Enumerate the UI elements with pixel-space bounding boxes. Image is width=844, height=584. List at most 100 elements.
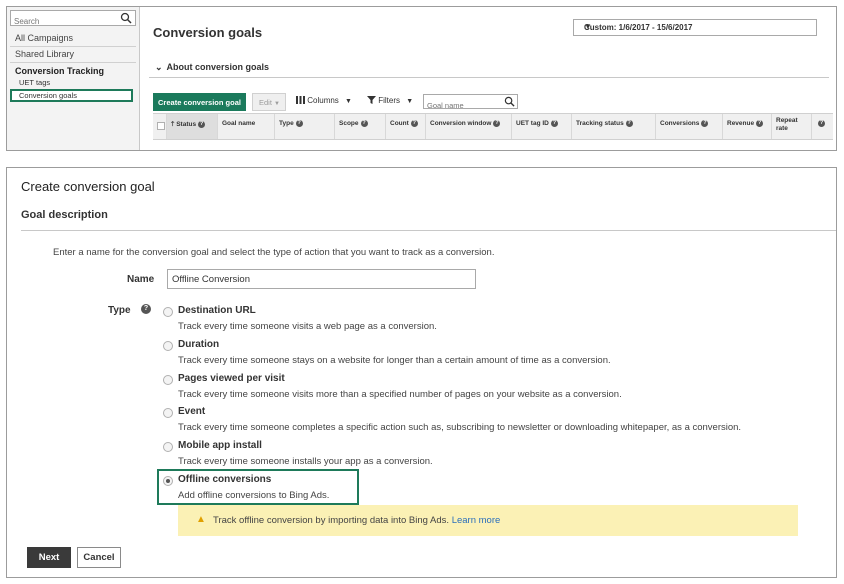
column-header-revenue[interactable]: Revenue? (723, 114, 772, 139)
column-label: Conversion window (430, 120, 492, 128)
cancel-button[interactable]: Cancel (77, 547, 121, 568)
sort-up-icon: 🡑 (171, 121, 175, 128)
grid-header: 🡑 Status? Goal name Type? Scope? Count? … (153, 113, 833, 140)
column-header-repeat-rate[interactable]: Repeat rate (772, 114, 812, 139)
help-icon[interactable]: ? (550, 120, 558, 127)
caret-down-icon: ▼ (274, 100, 280, 107)
about-conversion-goals-toggle[interactable]: ⌄ About conversion goals (155, 62, 269, 73)
option-description: Track every time someone visits more tha… (178, 389, 622, 400)
option-title: Duration (178, 339, 220, 350)
divider (10, 62, 136, 63)
divider (21, 230, 836, 231)
option-title: Pages viewed per visit (178, 373, 285, 384)
column-header-scope[interactable]: Scope? (335, 114, 386, 139)
goal-name-field[interactable] (167, 269, 476, 289)
sidebar-heading-conversion-tracking[interactable]: Conversion Tracking (15, 66, 104, 76)
column-header-tracking-status[interactable]: Tracking status? (572, 114, 656, 139)
select-all-checkbox[interactable] (157, 122, 165, 130)
help-icon[interactable]: ? (198, 120, 206, 128)
column-label: UET tag ID (516, 120, 549, 128)
toolbar: Create conversion goal Edit ▼ Columns ▼ … (153, 93, 833, 112)
divider (10, 46, 136, 47)
radio-pages-viewed[interactable] (163, 375, 173, 385)
option-title: Offline conversions (178, 474, 272, 485)
form-intro: Enter a name for the conversion goal and… (53, 247, 495, 258)
column-header-conversion-window[interactable]: Conversion window? (426, 114, 512, 139)
divider (149, 77, 829, 78)
chevron-down-icon: ⌄ (155, 62, 163, 72)
option-title: Mobile app install (178, 440, 262, 451)
help-icon[interactable]: ? (410, 120, 418, 127)
column-label: Scope (339, 120, 359, 128)
radio-duration[interactable] (163, 341, 173, 351)
radio-mobile-app-install[interactable] (163, 442, 173, 452)
option-description: Track every time someone installs your a… (178, 456, 433, 467)
column-label: Conversions (660, 120, 700, 128)
help-icon[interactable]: ? (493, 120, 501, 127)
column-header-uet-tag-id[interactable]: UET tag ID? (512, 114, 572, 139)
caret-down-icon: ▼ (406, 98, 414, 105)
date-range-dropdown[interactable]: Custom: 1/6/2017 - 15/6/2017 ▼ (573, 19, 817, 36)
column-header-count[interactable]: Count? (386, 114, 426, 139)
warning-icon: ▲ (196, 514, 206, 525)
filters-label: Filters (378, 96, 401, 105)
help-icon[interactable]: ? (756, 120, 764, 127)
sidebar: All Campaigns Shared Library Conversion … (7, 7, 140, 150)
learn-more-link[interactable]: Learn more (452, 515, 501, 526)
sidebar-item-label: Conversion goals (19, 91, 77, 100)
caret-down-icon: ▼ (584, 22, 592, 31)
column-header-conversions[interactable]: Conversions? (656, 114, 723, 139)
column-header-status[interactable]: 🡑 Status? (167, 114, 218, 139)
column-label: Type (279, 120, 294, 128)
option-description: Track every time someone visits a web pa… (178, 321, 437, 332)
sidebar-item-shared-library[interactable]: Shared Library (15, 49, 74, 59)
sidebar-search-input[interactable] (11, 14, 117, 29)
column-label: Repeat rate (776, 117, 798, 132)
column-header-goal-name[interactable]: Goal name (218, 114, 275, 139)
column-header-repeat-rate-help: ? (812, 114, 833, 139)
radio-event[interactable] (163, 408, 173, 418)
option-title: Event (178, 406, 206, 417)
edit-button[interactable]: Edit ▼ (252, 93, 286, 111)
help-icon[interactable]: ? (141, 304, 151, 314)
help-icon[interactable]: ? (701, 120, 709, 127)
name-label: Name (127, 274, 155, 285)
create-conversion-goal-form: Create conversion goal Goal description … (6, 167, 837, 578)
goal-name-search[interactable] (423, 94, 518, 112)
notice-message: Track offline conversion by importing da… (213, 515, 450, 526)
select-all-column (153, 114, 167, 139)
help-icon[interactable]: ? (295, 120, 303, 127)
sidebar-item-uet-tags[interactable]: UET tags (19, 78, 50, 87)
sidebar-item-all-campaigns[interactable]: All Campaigns (15, 33, 73, 43)
column-label: Goal name (222, 120, 256, 127)
option-description: Add offline conversions to Bing Ads. (178, 490, 330, 501)
option-description: Track every time someone completes a spe… (178, 422, 742, 433)
column-header-type[interactable]: Type? (275, 114, 335, 139)
offline-conversion-notice: ▲ Track offline conversion by importing … (178, 505, 798, 536)
about-label: About conversion goals (166, 62, 270, 72)
next-button[interactable]: Next (27, 547, 71, 568)
form-title: Create conversion goal (21, 179, 155, 194)
filters-button[interactable]: Filters ▼ (367, 96, 413, 105)
search-icon[interactable] (120, 12, 132, 24)
sidebar-search[interactable] (10, 10, 136, 29)
help-icon[interactable]: ? (625, 120, 633, 127)
columns-icon (296, 96, 305, 104)
columns-label: Columns (307, 96, 339, 105)
filter-icon (367, 96, 376, 104)
type-label: Type (108, 305, 131, 316)
column-label: Status (176, 121, 197, 128)
help-icon[interactable]: ? (818, 120, 825, 127)
option-title: Destination URL (178, 305, 256, 316)
help-icon[interactable]: ? (360, 120, 368, 127)
column-label: Tracking status (576, 120, 624, 128)
columns-button[interactable]: Columns ▼ (296, 96, 352, 105)
radio-offline-conversions[interactable] (163, 476, 173, 486)
column-label: Revenue (727, 120, 755, 128)
sidebar-item-conversion-goals[interactable]: Conversion goals (10, 89, 133, 102)
caret-down-icon: ▼ (345, 98, 352, 105)
search-icon[interactable] (504, 96, 515, 107)
create-conversion-goal-button[interactable]: Create conversion goal (153, 93, 246, 111)
radio-destination-url[interactable] (163, 307, 173, 317)
goal-name-search-input[interactable] (424, 99, 502, 112)
